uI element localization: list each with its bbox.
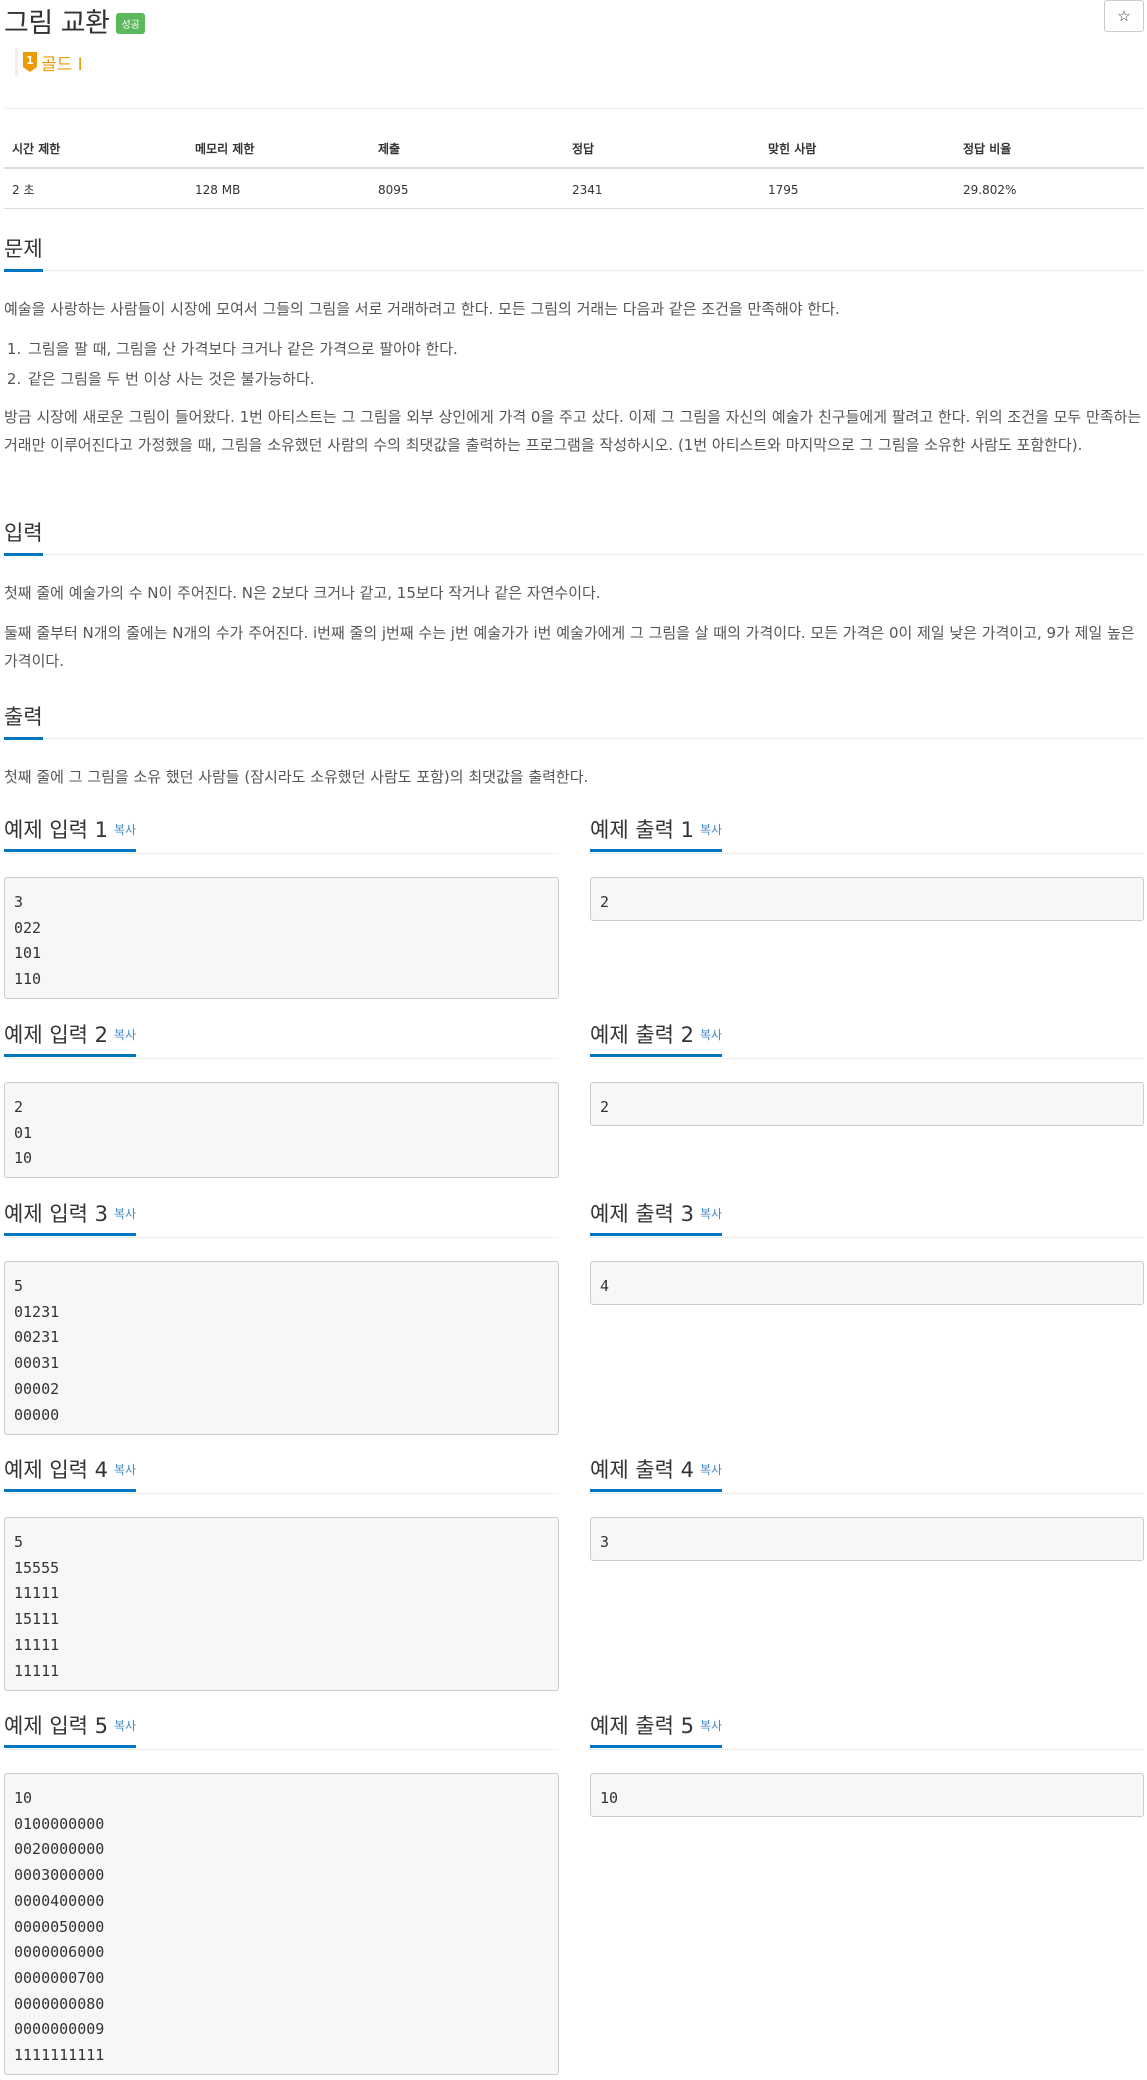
list-item: 그림을 팔 때, 그림을 산 가격보다 크거나 같은 가격으로 팔아야 한다. [26,334,1144,364]
sample-input-4[interactable]: 5 15555 11111 15111 11111 11111 [4,1517,559,1691]
header-accepted: 정답 [564,134,760,169]
sample-title-text: 예제 입력 5 [4,1714,108,1738]
sample-output-3-title: 예제 출력 3 복사 [590,1198,723,1236]
sample-output-2[interactable]: 2 [590,1082,1144,1126]
value-submissions[interactable]: 8095 [370,168,564,209]
table-header-row: 시간 제한 메모리 제한 제출 정답 맞힌 사람 정답 비율 [4,134,1144,169]
sample-output-1-title: 예제 출력 1 복사 [590,814,723,852]
sample-output-5[interactable]: 10 [590,1773,1144,1817]
copy-button[interactable]: 복사 [700,823,722,837]
copy-button[interactable]: 복사 [700,1028,722,1042]
sample-input-4-title: 예제 입력 4 복사 [4,1454,137,1492]
copy-button[interactable]: 복사 [700,1463,722,1477]
sample-input-5-title: 예제 입력 5 복사 [4,1710,137,1748]
sample-input-3-header: 예제 입력 3 복사 [4,1198,559,1238]
sample-title-text: 예제 출력 1 [590,818,694,842]
sample-output-1[interactable]: 2 [590,877,1144,921]
header-solvers: 맞힌 사람 [760,134,955,169]
value-memory-limit: 128 MB [187,168,370,209]
output-section-header: 출력 [4,701,1144,740]
tier-label[interactable]: 골드 I [41,50,83,75]
copy-button[interactable]: 복사 [114,823,136,837]
header-submissions: 제출 [370,134,564,169]
sample-input-2-title: 예제 입력 2 복사 [4,1019,137,1057]
sample-input-3-title: 예제 입력 3 복사 [4,1198,137,1236]
sample-input-5[interactable]: 10 0100000000 0020000000 0003000000 0000… [4,1773,559,2075]
sample-input-2-header: 예제 입력 2 복사 [4,1019,559,1059]
sample-output-4[interactable]: 3 [590,1517,1144,1561]
sample-title-text: 예제 출력 4 [590,1458,694,1482]
header-time-limit: 시간 제한 [4,134,187,169]
rules-list: 그림을 팔 때, 그림을 산 가격보다 크거나 같은 가격으로 팔아야 한다. … [4,334,1144,394]
copy-button[interactable]: 복사 [114,1719,136,1733]
input-section-header: 입력 [4,517,1144,556]
divider [4,108,1144,109]
copy-button[interactable]: 복사 [114,1463,136,1477]
sample-input-3[interactable]: 5 01231 00231 00031 00002 00000 [4,1261,559,1435]
header-memory-limit: 메모리 제한 [187,134,370,169]
sample-input-1[interactable]: 3 022 101 110 [4,877,559,999]
page-title: 그림 교환 [4,7,110,39]
list-item: 같은 그림을 두 번 이상 사는 것은 불가능하다. [26,364,1144,394]
title-row: 그림 교환 성공 [4,0,145,40]
sample-title-text: 예제 입력 3 [4,1202,108,1226]
problem-body: 방금 시장에 새로운 그림이 들어왔다. 1번 아티스트는 그 그림을 외부 상… [4,408,1142,454]
sample-title-text: 예제 입력 2 [4,1023,108,1047]
copy-button[interactable]: 복사 [114,1207,136,1221]
tier-block: 1 골드 I [15,48,83,76]
copy-button[interactable]: 복사 [114,1028,136,1042]
star-button[interactable]: ☆ [1104,0,1144,32]
sample-output-4-header: 예제 출력 4 복사 [590,1454,1144,1494]
sample-title-text: 예제 출력 2 [590,1023,694,1047]
sample-output-5-header: 예제 출력 5 복사 [590,1710,1144,1750]
input-section-title: 입력 [4,517,43,556]
sample-output-3-header: 예제 출력 3 복사 [590,1198,1144,1238]
sample-output-2-header: 예제 출력 2 복사 [590,1019,1144,1059]
problem-intro: 예술을 사랑하는 사람들이 시장에 모여서 그들의 그림을 서로 거래하려고 한… [4,300,840,318]
value-ratio: 29.802% [955,168,1144,209]
copy-button[interactable]: 복사 [700,1207,722,1221]
input-description-2: 둘째 줄부터 N개의 줄에는 N개의 수가 주어진다. i번째 줄의 j번째 수… [4,624,1135,670]
sample-input-4-header: 예제 입력 4 복사 [4,1454,559,1494]
sample-output-2-title: 예제 출력 2 복사 [590,1019,723,1057]
star-icon: ☆ [1117,7,1131,25]
sample-output-3[interactable]: 4 [590,1261,1144,1305]
input-description-1: 첫째 줄에 예술가의 수 N이 주어진다. N은 2보다 크거나 같고, 15보… [4,584,601,602]
header-ratio: 정답 비율 [955,134,1144,169]
problem-section-title: 문제 [4,233,43,272]
status-badge: 성공 [116,12,145,34]
sample-title-text: 예제 입력 1 [4,818,108,842]
value-time-limit: 2 초 [4,168,187,209]
sample-output-5-title: 예제 출력 5 복사 [590,1710,723,1748]
value-solvers[interactable]: 1795 [760,168,955,209]
output-description: 첫째 줄에 그 그림을 소유 했던 사람들 (잠시라도 소유했던 사람도 포함)… [4,768,589,786]
sample-input-2[interactable]: 2 01 10 [4,1082,559,1178]
sample-title-text: 예제 입력 4 [4,1458,108,1482]
sample-input-1-header: 예제 입력 1 복사 [4,814,559,854]
sample-title-text: 예제 출력 5 [590,1714,694,1738]
sample-title-text: 예제 출력 3 [590,1202,694,1226]
table-row: 2 초 128 MB 8095 2341 1795 29.802% [4,168,1144,209]
value-accepted[interactable]: 2341 [564,168,760,209]
gold-tier-icon: 1 [23,52,37,72]
problem-info-table: 시간 제한 메모리 제한 제출 정답 맞힌 사람 정답 비율 2 초 128 M… [4,134,1144,209]
problem-section-header: 문제 [4,233,1144,272]
sample-input-5-header: 예제 입력 5 복사 [4,1710,559,1750]
sample-output-4-title: 예제 출력 4 복사 [590,1454,723,1492]
sample-input-1-title: 예제 입력 1 복사 [4,814,137,852]
copy-button[interactable]: 복사 [700,1719,722,1733]
output-section-title: 출력 [4,701,43,740]
sample-output-1-header: 예제 출력 1 복사 [590,814,1144,854]
